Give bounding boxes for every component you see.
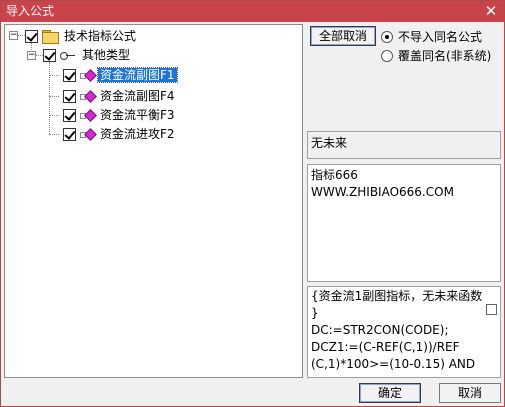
tree-connector: [49, 115, 59, 116]
import-formula-dialog: 导入公式 ✕ − 技术指标公式 − 其他类型 资金流副图F1 资金流副图F4 资…: [0, 0, 505, 407]
description-line: WWW.ZHIBIAO666.COM: [311, 185, 454, 199]
tree-item-formula[interactable]: 资金流进攻F2: [63, 126, 177, 142]
tree-item-label: 资金流平衡F3: [100, 108, 175, 122]
checkbox-item[interactable]: [63, 108, 76, 122]
status-text: 无未来: [311, 136, 348, 150]
tree-connector: [49, 96, 59, 97]
checkbox-item[interactable]: [63, 68, 76, 82]
tree-item-label: 资金流副图F1: [97, 67, 178, 83]
ok-button[interactable]: 确定: [359, 383, 421, 403]
formula-description[interactable]: 指标666 WWW.ZHIBIAO666.COM: [307, 164, 501, 282]
radio-button[interactable]: [381, 30, 393, 43]
folder-icon: [42, 30, 59, 44]
tree-connector: [35, 55, 43, 56]
description-line: 指标666: [311, 168, 358, 182]
tree-item-formula[interactable]: 资金流平衡F3: [63, 107, 177, 123]
cancel-all-button[interactable]: 全部取消: [310, 26, 376, 46]
formula-icon: [80, 90, 94, 102]
tree-item-formula[interactable]: 资金流副图F1: [63, 67, 178, 83]
tree-node-root[interactable]: 技术指标公式: [25, 28, 138, 44]
tree-item-label: 资金流副图F4: [100, 89, 175, 103]
key-icon: [60, 50, 76, 60]
tree-item-label: 资金流进攻F2: [100, 127, 175, 141]
expand-toggle-group[interactable]: −: [27, 51, 36, 60]
tree-node-label: 其他类型: [82, 48, 131, 62]
expand-toggle-root[interactable]: −: [9, 31, 18, 40]
tree-connector: [49, 62, 50, 134]
tree-connector: [49, 75, 59, 76]
radio-label: 不导入同名公式: [398, 30, 483, 44]
tree-node-group[interactable]: 其他类型: [43, 47, 132, 63]
close-icon[interactable]: ✕: [482, 2, 500, 20]
preview-checkbox[interactable]: [486, 304, 497, 315]
tree-connector: [49, 134, 59, 135]
code-line: DCZ1:=(C-REF(C,1))/REF: [311, 340, 460, 354]
formula-icon: [80, 69, 94, 81]
tree-item-formula[interactable]: 资金流副图F4: [63, 88, 177, 104]
title-bar[interactable]: 导入公式 ✕: [1, 1, 504, 22]
checkbox-root[interactable]: [25, 29, 38, 43]
code-line: {资金流1副图指标，无未来函数: [311, 289, 483, 303]
code-line: (C,1)*100>=(10-0.15) AND: [311, 357, 476, 371]
code-line: DC:=STR2CON(CODE);: [311, 323, 449, 337]
formula-tree[interactable]: − 技术指标公式 − 其他类型 资金流副图F1 资金流副图F4 资金流平衡F3: [4, 24, 303, 378]
formula-code-preview[interactable]: {资金流1副图指标，无未来函数 } DC:=STR2CON(CODE); DCZ…: [307, 286, 501, 378]
radio-label: 覆盖同名(非系统): [398, 49, 492, 63]
dialog-title: 导入公式: [6, 4, 55, 18]
code-line: }: [311, 306, 319, 320]
radio-no-import[interactable]: 不导入同名公式: [381, 28, 482, 45]
tree-connector: [17, 35, 25, 36]
cancel-button[interactable]: 取消: [439, 383, 501, 403]
checkbox-group[interactable]: [43, 48, 56, 62]
future-function-status: 无未来: [307, 131, 501, 159]
tree-node-label: 技术指标公式: [64, 29, 137, 43]
radio-button[interactable]: [381, 49, 393, 62]
checkbox-item[interactable]: [63, 89, 76, 103]
checkbox-item[interactable]: [63, 127, 76, 141]
formula-icon: [80, 128, 94, 140]
formula-icon: [80, 109, 94, 121]
radio-overwrite[interactable]: 覆盖同名(非系统): [381, 47, 491, 64]
